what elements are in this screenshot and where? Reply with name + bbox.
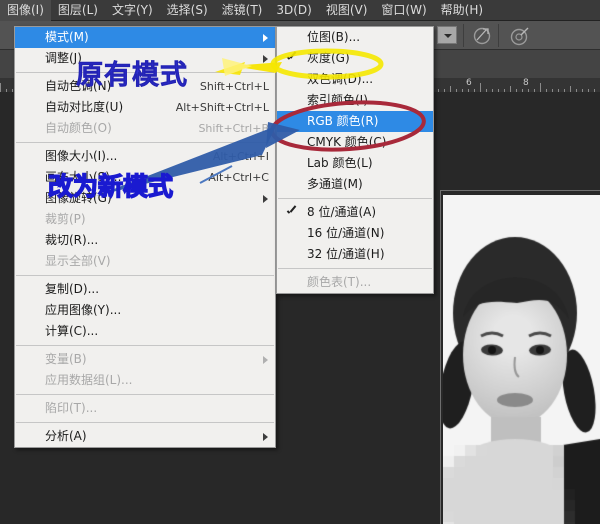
menu-item-4[interactable]: RGB 颜色(R) <box>277 111 433 132</box>
menu-item-label: 复制(D)... <box>45 282 100 296</box>
submenu-arrow-icon <box>263 356 268 364</box>
menu-item-label: 计算(C)... <box>45 324 99 338</box>
menu-item-5[interactable]: CMYK 颜色(C) <box>277 132 433 153</box>
submenu-arrow-icon <box>263 55 268 63</box>
menu-item-11[interactable]: 32 位/通道(H) <box>277 244 433 265</box>
menu-item-label: 应用数据组(L)... <box>45 373 133 387</box>
menubar-item-4[interactable]: 滤镜(T) <box>215 0 270 21</box>
menu-item-2[interactable]: 双色调(D)... <box>277 69 433 90</box>
toolbar-divider <box>463 24 464 47</box>
menu-item-shortcut: Alt+Ctrl+C <box>208 171 269 184</box>
ruler-tick <box>540 83 541 92</box>
menu-item-label: 索引颜色(I)... <box>307 93 380 107</box>
menu-item-label: 灰度(G) <box>307 51 350 65</box>
menu-item-shortcut: Alt+Ctrl+I <box>212 150 269 163</box>
menu-item-4[interactable]: 自动对比度(U) Alt+Shift+Ctrl+L <box>15 97 275 118</box>
checkmark-icon <box>287 206 296 218</box>
menu-item-label: 16 位/通道(N) <box>307 226 385 240</box>
menu-item-5: 自动颜色(O) Shift+Ctrl+B <box>15 118 275 139</box>
menu-item-10[interactable]: 16 位/通道(N) <box>277 223 433 244</box>
ruler-tick <box>480 83 481 92</box>
menu-separator <box>16 142 274 143</box>
menu-item-1[interactable]: 灰度(G) <box>277 48 433 69</box>
menu-item-15[interactable]: 应用图像(Y)... <box>15 300 275 321</box>
menu-item-10: 裁剪(P) <box>15 209 275 230</box>
submenu-arrow-icon <box>263 195 268 203</box>
menubar-item-8[interactable]: 帮助(H) <box>434 0 490 21</box>
menu-item-shortcut: Shift+Ctrl+B <box>198 122 269 135</box>
menu-separator <box>16 394 274 395</box>
menubar-item-2[interactable]: 文字(Y) <box>105 0 160 21</box>
menu-item-label: 颜色表(T)... <box>307 275 372 289</box>
ruler-label: 6 <box>466 78 472 88</box>
menu-item-label: 多通道(M) <box>307 177 363 191</box>
menu-item-11[interactable]: 裁切(R)... <box>15 230 275 251</box>
menu-item-label: 图像大小(I)... <box>45 149 118 163</box>
menu-item-label: 裁切(R)... <box>45 233 99 247</box>
toolbar-divider-2 <box>498 24 499 47</box>
menu-item-7[interactable]: 图像大小(I)... Alt+Ctrl+I <box>15 146 275 167</box>
menu-item-label: 裁剪(P) <box>45 212 86 226</box>
target-tool-icon[interactable] <box>508 25 532 47</box>
menubar-item-0[interactable]: 图像(I) <box>0 0 51 21</box>
menu-item-12: 显示全部(V) <box>15 251 275 272</box>
menu-item-23[interactable]: 分析(A) <box>15 426 275 447</box>
menu-item-19: 应用数据组(L)... <box>15 370 275 391</box>
menu-bar: 图像(I) 图层(L) 文字(Y) 选择(S) 滤镜(T) 3D(D) 视图(V) 窗口(W)… <box>0 0 600 21</box>
menu-item-6[interactable]: Lab 颜色(L) <box>277 153 433 174</box>
menu-item-label: 自动颜色(O) <box>45 121 112 135</box>
ruler-label: 8 <box>523 78 529 88</box>
menu-item-label: 变量(B) <box>45 352 87 366</box>
photoshop-window: 图像(I) 图层(L) 文字(Y) 选择(S) 滤镜(T) 3D(D) 视图(V) 窗口(W)… <box>0 0 600 524</box>
menu-item-label: 应用图像(Y)... <box>45 303 122 317</box>
menu-item-label: CMYK 颜色(C) <box>307 135 387 149</box>
menu-separator <box>16 345 274 346</box>
menu-item-3[interactable]: 索引颜色(I)... <box>277 90 433 111</box>
submenu-arrow-icon <box>263 433 268 441</box>
menu-item-label: 双色调(D)... <box>307 72 374 86</box>
menu-separator <box>278 198 432 199</box>
menu-separator <box>16 275 274 276</box>
menu-separator <box>16 422 274 423</box>
menu-item-0[interactable]: 模式(M) <box>15 27 275 48</box>
menu-item-18: 变量(B) <box>15 349 275 370</box>
mode-submenu-dropdown[interactable]: 位图(B)... 灰度(G) 双色调(D)... 索引颜色(I)... RGB 颜色(R… <box>276 26 434 294</box>
menu-separator <box>278 268 432 269</box>
menubar-item-5[interactable]: 3D(D) <box>269 0 318 21</box>
menu-item-0[interactable]: 位图(B)... <box>277 27 433 48</box>
ruler-tick <box>0 83 1 92</box>
menubar-item-6[interactable]: 视图(V) <box>319 0 375 21</box>
menubar-item-3[interactable]: 选择(S) <box>160 0 215 21</box>
menu-item-label: 显示全部(V) <box>45 254 111 268</box>
menu-item-label: RGB 颜色(R) <box>307 114 379 128</box>
menu-item-13: 颜色表(T)... <box>277 272 433 293</box>
menu-item-shortcut: Shift+Ctrl+L <box>199 80 269 93</box>
menu-item-shortcut: Alt+Shift+Ctrl+L <box>175 101 269 114</box>
bird-eye-tool-icon[interactable] <box>470 25 494 47</box>
menu-item-9[interactable]: 8 位/通道(A) <box>277 202 433 223</box>
annotation-old-mode-text: 原有模式 <box>76 60 188 92</box>
menu-item-16[interactable]: 计算(C)... <box>15 321 275 342</box>
menubar-item-1[interactable]: 图层(L) <box>51 0 105 21</box>
menubar-item-7[interactable]: 窗口(W) <box>374 0 433 21</box>
zoom-dropdown-button[interactable] <box>437 26 457 44</box>
menu-item-21: 陷印(T)... <box>15 398 275 419</box>
menu-item-label: 分析(A) <box>45 429 87 443</box>
menu-item-label: 模式(M) <box>45 30 89 44</box>
menu-item-label: 8 位/通道(A) <box>307 205 377 219</box>
menu-item-label: 位图(B)... <box>307 30 361 44</box>
menu-item-label: Lab 颜色(L) <box>307 156 373 170</box>
checkmark-icon <box>287 52 296 64</box>
menu-item-label: 32 位/通道(H) <box>307 247 385 261</box>
document-image[interactable] <box>443 195 600 524</box>
menu-item-7[interactable]: 多通道(M) <box>277 174 433 195</box>
menu-item-14[interactable]: 复制(D)... <box>15 279 275 300</box>
menu-item-label: 陷印(T)... <box>45 401 98 415</box>
submenu-arrow-icon <box>263 34 268 42</box>
menu-item-label: 自动对比度(U) <box>45 100 124 114</box>
annotation-new-mode-text: 改为新模式 <box>47 171 174 201</box>
